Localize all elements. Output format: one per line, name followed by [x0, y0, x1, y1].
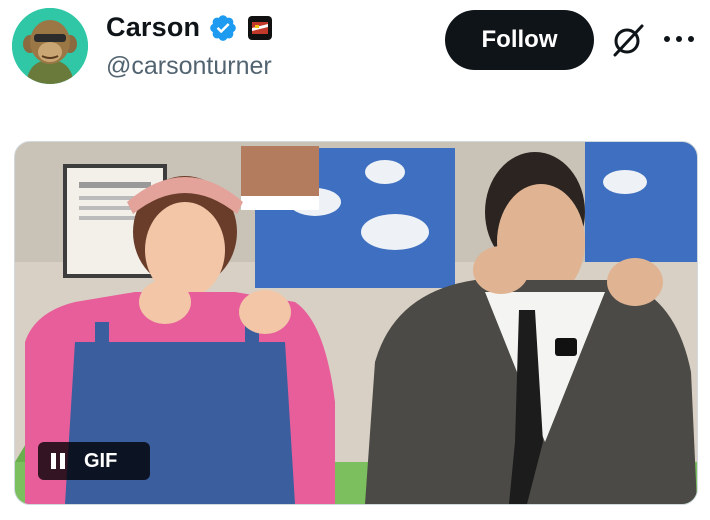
pause-icon[interactable] [38, 442, 78, 480]
affiliation-flag-icon[interactable] [248, 15, 273, 40]
grok-icon[interactable] [610, 22, 646, 58]
display-name[interactable]: Carson [106, 12, 200, 43]
avatar[interactable] [12, 8, 88, 84]
follow-button[interactable]: Follow [445, 10, 594, 70]
gif-badge: GIF [38, 442, 150, 480]
gif-label: GIF [84, 449, 118, 472]
more-options-icon[interactable] [664, 36, 694, 46]
ape-avatar-image [12, 8, 88, 84]
user-handle[interactable]: @carsonturner [106, 52, 272, 81]
verified-badge-icon [208, 13, 238, 43]
user-name-row: Carson [106, 12, 273, 43]
